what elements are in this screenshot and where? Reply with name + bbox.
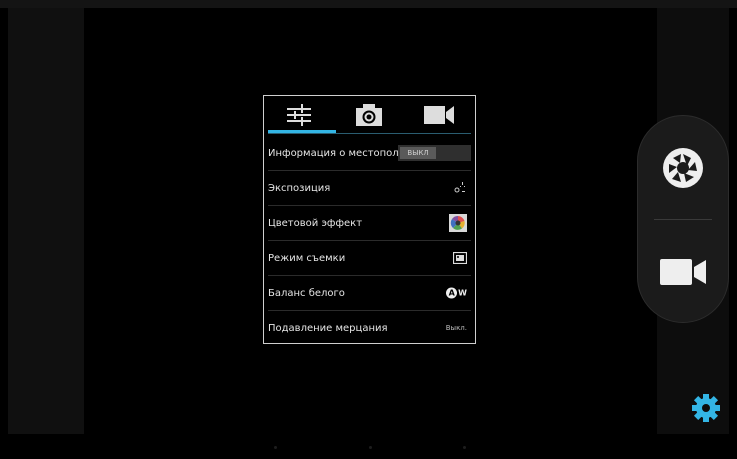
anti-flicker-value: Выкл. bbox=[445, 324, 467, 332]
video-camera-icon bbox=[424, 105, 454, 124]
setting-label-anti-flicker: Подавление мерцания bbox=[268, 322, 388, 334]
setting-row-location[interactable]: Информация о местопол ВЫКЛ bbox=[268, 136, 471, 170]
camera-screen: Информация о местопол ВЫКЛ Экспозиция Цв… bbox=[0, 0, 737, 459]
nav-back-icon[interactable] bbox=[274, 446, 277, 449]
top-edge bbox=[0, 0, 737, 8]
video-record-button[interactable] bbox=[638, 232, 728, 312]
setting-row-white-balance[interactable]: Баланс белого A W bbox=[268, 276, 471, 310]
tab-video-settings[interactable] bbox=[404, 96, 474, 133]
color-effect-icon bbox=[449, 214, 467, 232]
nav-home-icon[interactable] bbox=[369, 446, 372, 449]
tab-photo-settings[interactable] bbox=[334, 96, 404, 133]
exposure-icon bbox=[453, 181, 467, 195]
auto-white-balance-icon: A W bbox=[446, 287, 467, 299]
camera-settings-panel: Информация о местопол ВЫКЛ Экспозиция Цв… bbox=[263, 95, 476, 344]
toggle-off-label: ВЫКЛ bbox=[400, 147, 436, 159]
setting-label-location: Информация о местопол bbox=[268, 147, 399, 159]
gear-icon bbox=[692, 394, 720, 422]
camera-icon bbox=[356, 103, 382, 126]
setting-row-scene-mode[interactable]: Режим съемки bbox=[268, 241, 471, 275]
tab-divider bbox=[268, 133, 471, 134]
tab-general-settings[interactable] bbox=[264, 96, 334, 133]
left-preview-strip bbox=[8, 8, 84, 434]
settings-button[interactable] bbox=[691, 393, 721, 423]
sliders-icon bbox=[287, 103, 311, 126]
shutter-button[interactable] bbox=[638, 128, 728, 208]
navigation-bar bbox=[0, 434, 737, 459]
setting-label-white-balance: Баланс белого bbox=[268, 287, 345, 299]
setting-label-exposure: Экспозиция bbox=[268, 182, 331, 194]
setting-label-scene-mode: Режим съемки bbox=[268, 252, 346, 264]
shutter-icon bbox=[663, 148, 703, 188]
setting-row-color-effect[interactable]: Цветовой эффект bbox=[268, 206, 471, 240]
awb-circle: A bbox=[446, 287, 458, 299]
nav-recents-icon[interactable] bbox=[463, 446, 466, 449]
capture-controls bbox=[637, 115, 729, 323]
location-toggle[interactable]: ВЫКЛ bbox=[398, 145, 471, 161]
setting-row-exposure[interactable]: Экспозиция bbox=[268, 171, 471, 205]
settings-tabs bbox=[264, 96, 475, 134]
controls-divider bbox=[654, 219, 712, 220]
setting-row-anti-flicker[interactable]: Подавление мерцания Выкл. bbox=[268, 311, 471, 345]
awb-suffix: W bbox=[458, 288, 467, 298]
scene-mode-icon bbox=[453, 252, 467, 264]
setting-label-color-effect: Цветовой эффект bbox=[268, 217, 363, 229]
video-camera-icon bbox=[660, 259, 706, 285]
